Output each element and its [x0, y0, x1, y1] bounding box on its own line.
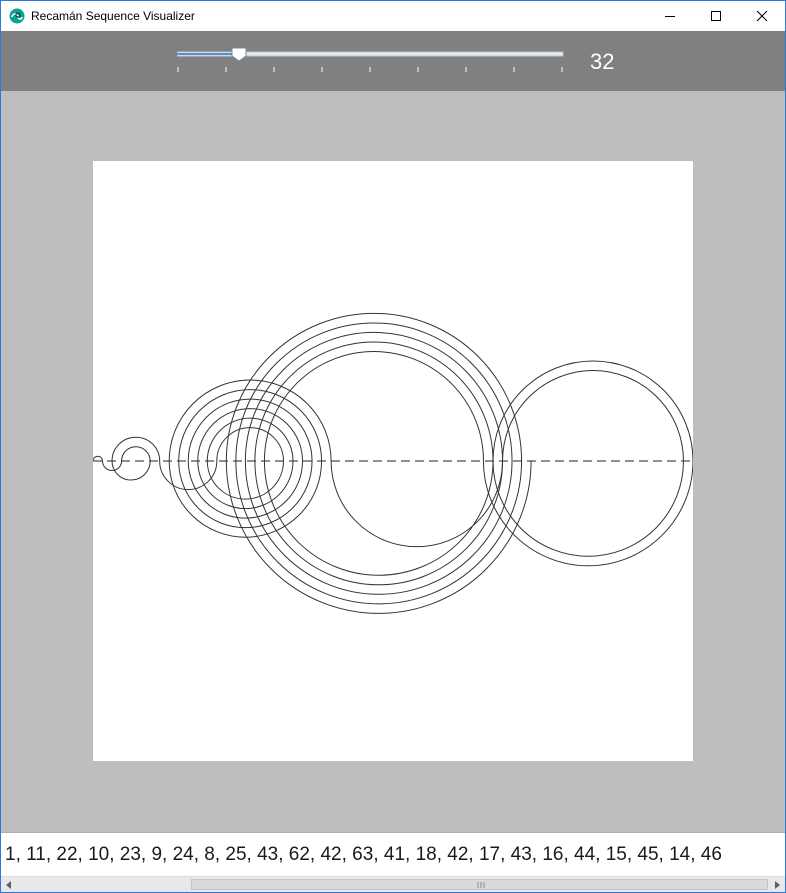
- recaman-arc: [225, 460, 532, 614]
- close-button[interactable]: [739, 1, 785, 31]
- window-title: Recamán Sequence Visualizer: [31, 9, 195, 23]
- visualization-canvas: [92, 161, 694, 761]
- slider-value-label: 32: [590, 49, 615, 74]
- title-bar[interactable]: Recamán Sequence Visualizer: [1, 1, 785, 31]
- recaman-arc: [263, 351, 484, 462]
- horizontal-scrollbar[interactable]: [1, 876, 785, 892]
- sequence-text: 1, 11, 22, 10, 23, 9, 24, 8, 25, 43, 62,…: [5, 844, 722, 865]
- minimize-icon: [665, 16, 675, 17]
- sequence-length-slider[interactable]: [177, 43, 565, 79]
- recaman-arc: [235, 460, 523, 605]
- scroll-left-icon: [6, 881, 11, 889]
- close-icon: [756, 10, 768, 22]
- scroll-right-icon: [775, 881, 780, 889]
- recaman-app-icon: [9, 8, 25, 24]
- app-window: Recamán Sequence Visualizer 32 1, 11, 22…: [0, 0, 786, 893]
- grip-icon: [477, 882, 485, 888]
- recaman-arc: [168, 379, 332, 462]
- scroll-right-button[interactable]: [769, 877, 785, 892]
- scrollbar-thumb[interactable]: [191, 879, 768, 890]
- slider-track-fill: [177, 53, 239, 55]
- scroll-left-button[interactable]: [1, 877, 17, 892]
- maximize-button[interactable]: [693, 1, 739, 31]
- recaman-arcs: [92, 312, 694, 614]
- slider-thumb: [231, 47, 247, 62]
- recaman-arc: [92, 455, 104, 462]
- recaman-arc: [492, 360, 694, 462]
- recaman-arc: [225, 312, 523, 462]
- minimize-button[interactable]: [647, 1, 693, 31]
- recaman-arc: [330, 460, 504, 548]
- recaman-arc: [482, 460, 694, 567]
- maximize-icon: [711, 11, 721, 21]
- toolbar: 32: [1, 31, 785, 91]
- recaman-arc: [254, 460, 504, 585]
- recaman-arc: [197, 408, 304, 462]
- recaman-arc: [263, 460, 494, 576]
- recaman-arc: [111, 460, 151, 481]
- slider-ticks: [177, 67, 563, 72]
- recaman-arc: [111, 436, 161, 462]
- sequence-output[interactable]: 1, 11, 22, 10, 23, 9, 24, 8, 25, 43, 62,…: [1, 832, 785, 877]
- arc-group: [92, 312, 694, 614]
- recaman-arc: [121, 446, 151, 462]
